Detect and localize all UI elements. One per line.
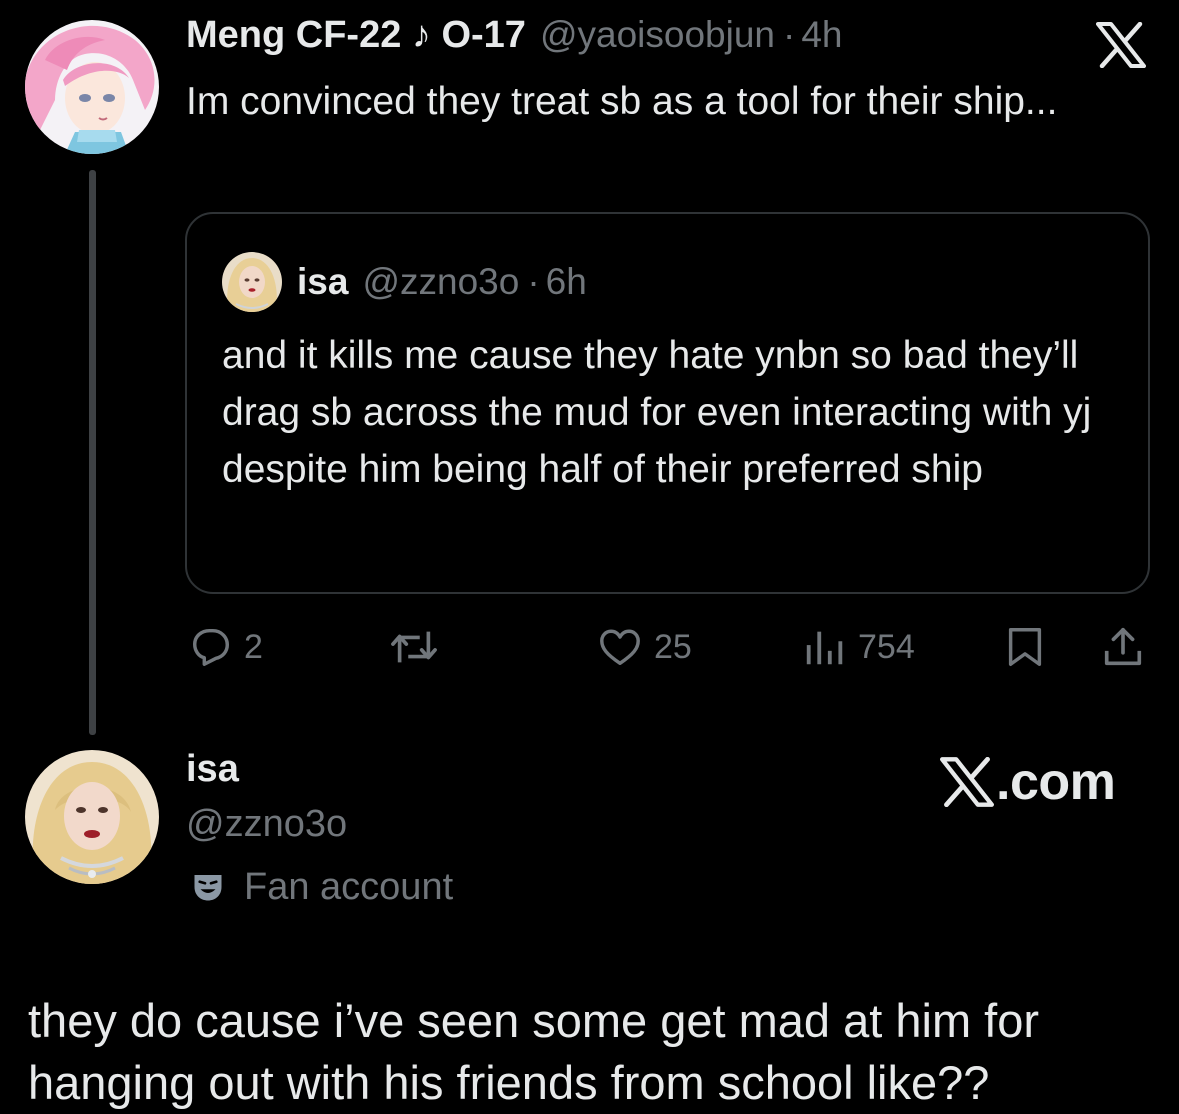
- quoted-author-handle[interactable]: @zzno3o: [362, 261, 519, 303]
- parent-author-handle[interactable]: @yaoisoobjun: [540, 14, 775, 56]
- separator-dot: ·: [527, 261, 540, 302]
- reply-button[interactable]: 2: [188, 620, 263, 674]
- reply-icon: [192, 628, 230, 666]
- parent-tweet-header: Meng CF-22 ♪ O-17 @yaoisoobjun · 4h: [186, 14, 842, 64]
- theater-mask-icon: [194, 875, 222, 901]
- reply-tweet-text: they do cause i’ve seen some get mad at …: [28, 994, 1040, 1109]
- like-icon: [600, 629, 640, 666]
- quoted-author-avatar[interactable]: [222, 252, 282, 312]
- views-count: 754: [858, 627, 915, 666]
- reply-author-name[interactable]: isa: [186, 748, 239, 791]
- retweet-button[interactable]: [388, 620, 450, 674]
- quoted-author-name[interactable]: isa: [297, 261, 348, 303]
- parent-author-name[interactable]: Meng CF-22 ♪ O-17: [186, 14, 526, 57]
- fan-account-text: Fan account: [244, 865, 454, 908]
- reply-author-handle[interactable]: @zzno3o: [186, 803, 347, 846]
- reply-count: 2: [244, 627, 263, 666]
- views-icon: [806, 631, 843, 665]
- avatar-blonde-photo: [222, 252, 282, 312]
- retweet-icon: [391, 631, 437, 663]
- avatar-pink-hair-illustration: [25, 20, 159, 154]
- x-com-text: .com: [996, 753, 1116, 811]
- x-logo-icon: [1096, 21, 1146, 69]
- quoted-tweet-header: isa @zzno3o · 6h: [222, 252, 587, 312]
- parent-tweet-text: Im convinced they treat sb as a tool for…: [186, 80, 1058, 123]
- like-button[interactable]: 25: [596, 620, 692, 674]
- fan-account-label: Fan account: [190, 862, 453, 912]
- quoted-tweet-text: and it kills me cause they hate ynbn so …: [222, 334, 1092, 491]
- views-button[interactable]: 754: [802, 620, 915, 674]
- like-count: 25: [654, 627, 692, 666]
- parent-author-avatar[interactable]: [25, 20, 159, 154]
- reply-author-avatar[interactable]: [25, 750, 159, 884]
- bookmark-icon: [1008, 628, 1042, 666]
- x-logo-icon: [940, 757, 994, 807]
- share-icon: [1104, 627, 1142, 666]
- separator-dot: ·: [783, 14, 796, 55]
- quoted-tweet-time[interactable]: 6h: [546, 261, 587, 303]
- avatar-blonde-photo: [25, 750, 159, 884]
- parent-tweet-time[interactable]: 4h: [801, 14, 842, 56]
- bookmark-button[interactable]: [1002, 620, 1048, 674]
- x-com-badge: .com: [940, 752, 1116, 812]
- thread-connector-line: [89, 170, 96, 735]
- share-button[interactable]: [1100, 620, 1146, 674]
